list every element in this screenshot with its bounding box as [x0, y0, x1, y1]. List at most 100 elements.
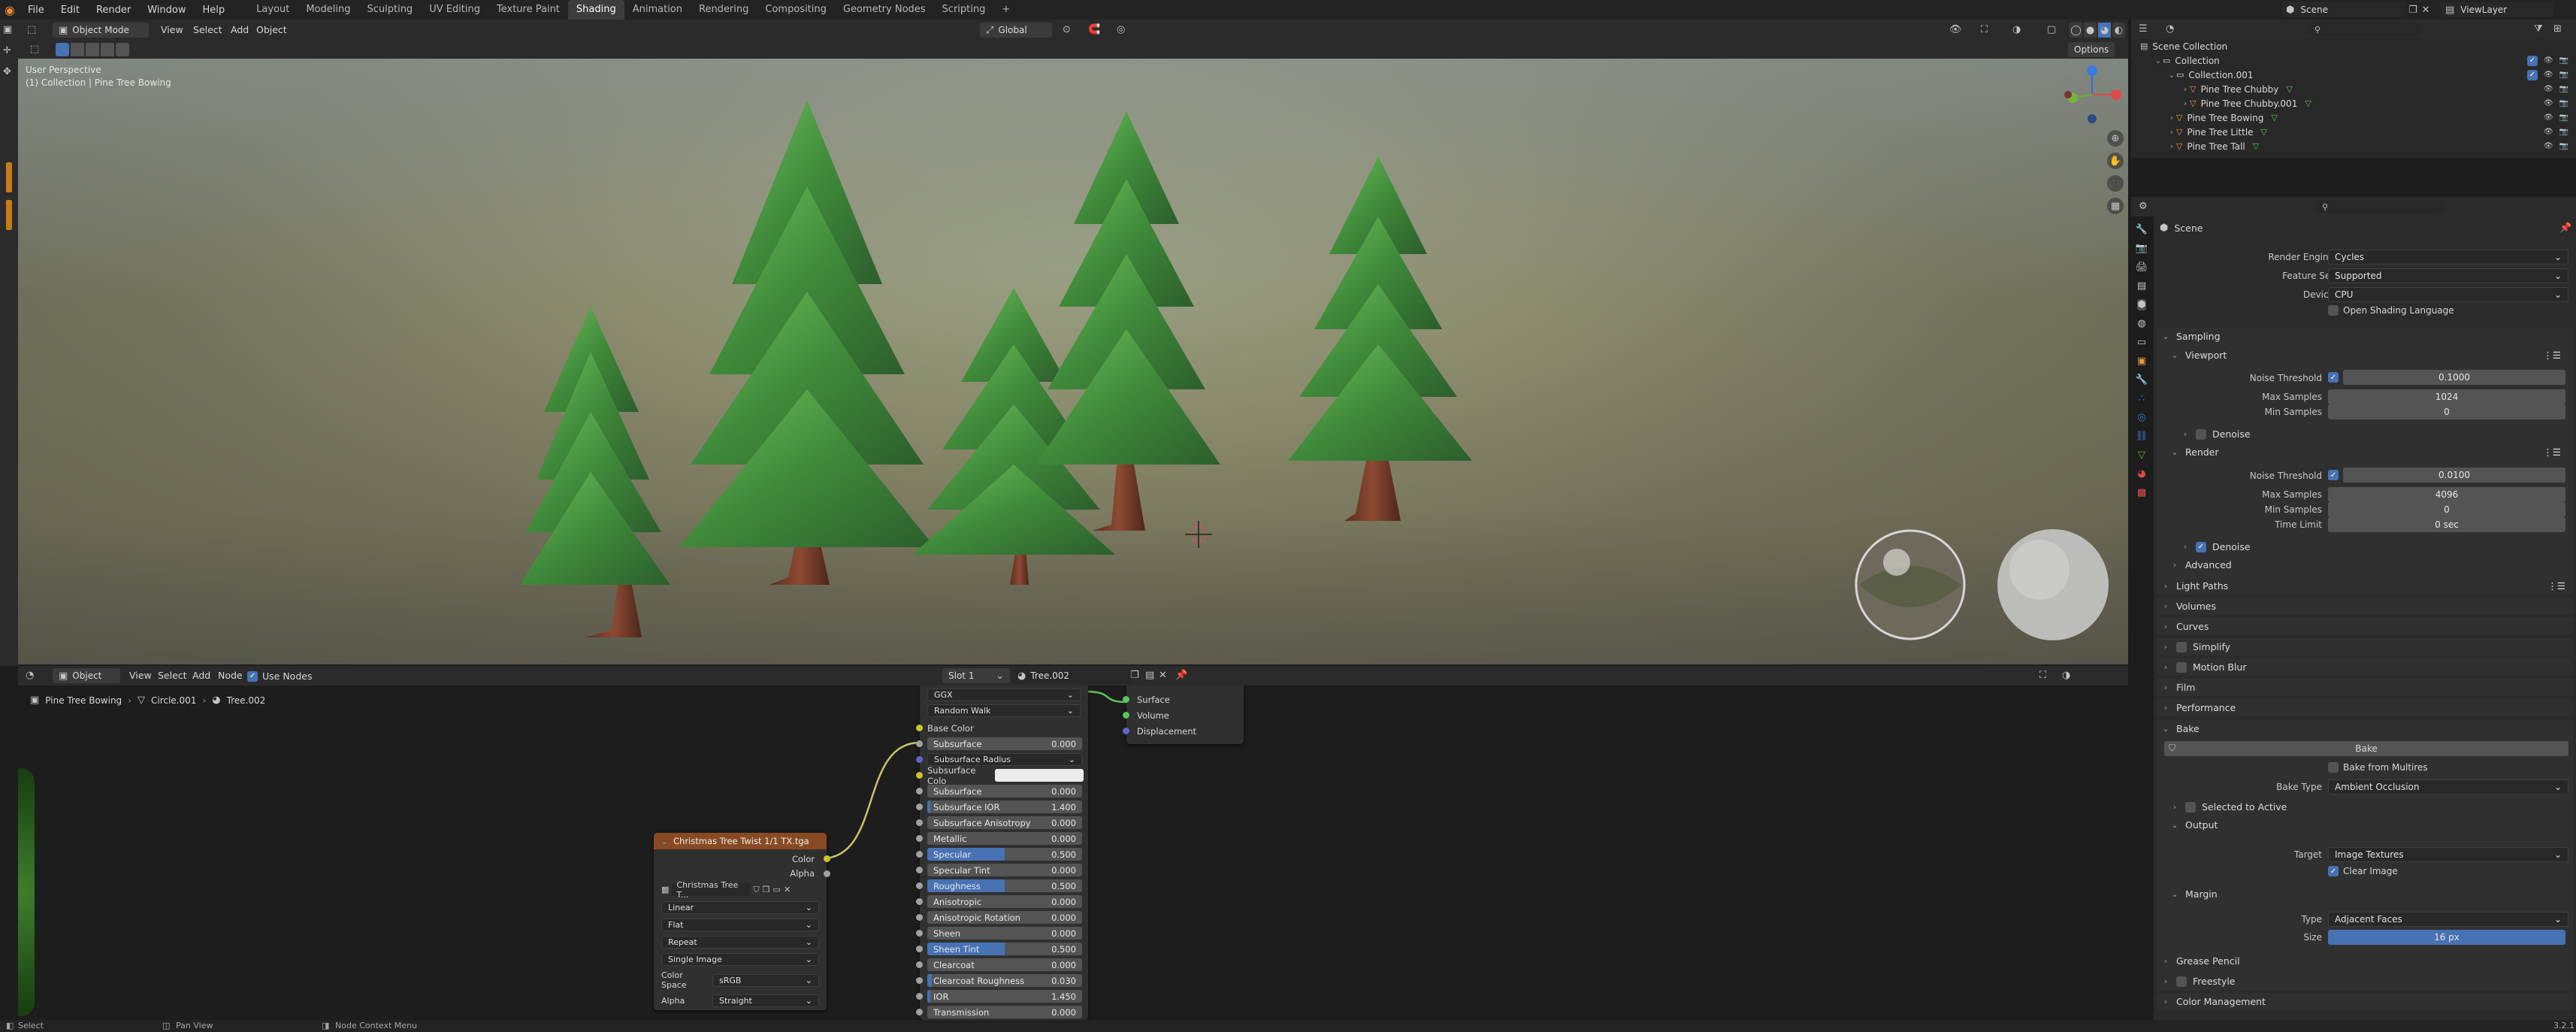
r-noise-field[interactable]: 0.0100: [2343, 468, 2565, 483]
select-box-icon[interactable]: ⬚: [30, 44, 39, 55]
scene-selector[interactable]: ⬢ Scene: [2281, 2, 2405, 17]
param-socket[interactable]: [916, 961, 923, 968]
navigation-gizmo[interactable]: [2062, 65, 2122, 125]
expand-chevron-icon[interactable]: ›: [2181, 84, 2190, 94]
section-checkbox[interactable]: [2176, 641, 2187, 652]
camera-icon[interactable]: 📷: [2559, 85, 2568, 93]
proportional-icon[interactable]: ◎: [1117, 24, 1125, 35]
expand-chevron-icon[interactable]: ›: [2167, 127, 2176, 137]
add-workspace-button[interactable]: +: [993, 0, 1018, 20]
outliner-row-root[interactable]: ▤ Scene Collection: [2131, 39, 2576, 53]
pin-icon[interactable]: 📌: [1175, 670, 1187, 681]
material-tab-icon[interactable]: ◕: [2137, 468, 2145, 480]
node-menu-select[interactable]: Select: [158, 670, 187, 681]
param-field[interactable]: Sheen 0.000: [927, 927, 1082, 940]
margin-size-field[interactable]: 16 px: [2328, 930, 2565, 945]
pin-icon[interactable]: 📌: [2559, 222, 2571, 234]
properties-type-icon[interactable]: ⚙: [2139, 201, 2148, 212]
gizmo-x[interactable]: [2111, 89, 2121, 100]
select-invert-icon[interactable]: [101, 43, 114, 56]
rendered-shading-icon[interactable]: ◐: [2112, 23, 2125, 38]
camera-icon[interactable]: 📷: [2559, 56, 2568, 66]
view-layer-tab-icon[interactable]: ▤: [2137, 280, 2146, 292]
projection-dropdown[interactable]: Flat ⌄: [661, 919, 819, 931]
param-field[interactable]: Subsurface Anisotropy 0.000: [927, 816, 1082, 829]
move-tool-icon[interactable]: ✥: [3, 66, 11, 77]
outliner-row[interactable]: ⌄ ▭ Collection.001 ✓ 👁 📷: [2131, 68, 2576, 82]
pan-hand-icon[interactable]: ✋: [2107, 153, 2124, 169]
pivot-icon[interactable]: ⊙: [1063, 24, 1071, 35]
xray-icon[interactable]: ▢: [2047, 24, 2056, 35]
render-subpanel-header[interactable]: ⌄ Render ⋮☰: [2170, 446, 2561, 458]
param-socket[interactable]: [916, 1009, 923, 1015]
menu-file[interactable]: File: [20, 5, 53, 16]
render-tab-icon[interactable]: 📷: [2136, 243, 2148, 254]
r-noise-checkbox[interactable]: ✓: [2328, 470, 2339, 480]
unlink-image-icon[interactable]: ✕: [784, 885, 791, 894]
vp-min-field[interactable]: 0: [2328, 404, 2565, 419]
color-space-dropdown[interactable]: sRGB ⌄: [712, 973, 819, 987]
param-field[interactable]: Clearcoat Roughness 0.030: [927, 974, 1082, 987]
expand-chevron-icon[interactable]: ⌄: [2154, 56, 2163, 65]
menu-edit[interactable]: Edit: [53, 5, 88, 16]
close-icon[interactable]: ✕: [2422, 5, 2430, 16]
select-subtract-icon[interactable]: [86, 43, 99, 56]
editor-type-icon[interactable]: ⬚: [27, 24, 36, 35]
r-time-field[interactable]: 0 sec: [2328, 517, 2565, 532]
clear-image-checkbox[interactable]: ✓: [2328, 866, 2339, 876]
eye-icon[interactable]: 👁: [2544, 70, 2553, 80]
material-shading-icon[interactable]: ◕: [2098, 23, 2111, 38]
tab-compositing[interactable]: Compositing: [757, 0, 835, 20]
include-checkbox[interactable]: ✓: [2526, 69, 2538, 80]
viewport-menu-object[interactable]: Object: [256, 24, 287, 35]
r-denoise-checkbox[interactable]: ✓: [2196, 541, 2206, 552]
tab-animation[interactable]: Animation: [624, 0, 691, 20]
vp-denoise-checkbox[interactable]: [2196, 428, 2206, 440]
copy-icon[interactable]: ❐: [2408, 5, 2417, 16]
mesh-data-icon[interactable]: ▽: [2253, 141, 2259, 151]
bake-multires-checkbox[interactable]: [2328, 762, 2339, 773]
param-field[interactable]: Subsurface 0.000: [927, 785, 1082, 797]
param-field[interactable]: Roughness 0.500: [927, 879, 1082, 892]
node-menu-add[interactable]: Add: [192, 670, 210, 681]
folder-icon[interactable]: ▭: [773, 885, 781, 894]
list-icon[interactable]: ⋮☰: [2543, 446, 2561, 458]
include-checkbox[interactable]: ✓: [2526, 55, 2538, 66]
options-button[interactable]: Options: [2068, 42, 2115, 57]
eye-icon[interactable]: 👁: [2544, 99, 2553, 107]
select-tool-icon[interactable]: ▣: [3, 24, 12, 35]
param-field[interactable]: Anisotropic Rotation 0.000: [927, 911, 1082, 924]
select-new-icon[interactable]: [56, 43, 69, 56]
bake-type-dropdown[interactable]: Ambient Occlusion ⌄: [2328, 779, 2568, 794]
viewport-subpanel-header[interactable]: ⌄ Viewport ⋮☰: [2170, 350, 2561, 361]
viewport-menu-view[interactable]: View: [161, 24, 183, 35]
outliner-type-icon[interactable]: ☰: [2139, 23, 2148, 35]
section-header[interactable]: › Grease Pencil: [2157, 952, 2573, 970]
param-socket[interactable]: [916, 804, 923, 810]
selected-to-active-header[interactable]: › Selected to Active: [2170, 801, 2287, 813]
outliner-row[interactable]: › ▽ Pine Tree Little ▽ 👁 📷: [2131, 125, 2576, 139]
bake-header[interactable]: ⌄ Bake: [2161, 723, 2199, 734]
orientation-dropdown[interactable]: ⤢ Global: [980, 23, 1052, 38]
grid-view-icon[interactable]: ▦: [2107, 198, 2124, 214]
viewport-menu-select[interactable]: Select: [193, 24, 222, 35]
r-max-field[interactable]: 4096: [2328, 487, 2565, 502]
section-header[interactable]: › Curves: [2157, 618, 2573, 635]
blender-logo-icon[interactable]: ◉: [0, 0, 20, 20]
mesh-data-icon[interactable]: ▽: [2286, 84, 2292, 94]
mesh-data-icon[interactable]: ▽: [2305, 98, 2311, 108]
use-nodes-toggle[interactable]: ✓ Use Nodes: [247, 670, 312, 682]
viewport-menu-add[interactable]: Add: [231, 24, 249, 35]
node-overlay-icon[interactable]: ◑: [2062, 670, 2070, 681]
slot-dropdown[interactable]: Slot 1 ⌄: [942, 668, 1010, 683]
section-header[interactable]: › Color Management: [2157, 993, 2573, 1010]
margin-type-dropdown[interactable]: Adjacent Faces ⌄: [2328, 912, 2568, 927]
output-tab-icon[interactable]: 🖨: [2136, 262, 2148, 273]
interpolation-dropdown[interactable]: Linear ⌄: [661, 901, 819, 914]
camera-view-icon[interactable]: 🎥: [2107, 175, 2124, 192]
view-layer-selector[interactable]: ▤ ViewLayer: [2441, 2, 2553, 17]
vp-noise-checkbox[interactable]: ✓: [2328, 372, 2339, 383]
target-dropdown[interactable]: Image Textures ⌄: [2328, 847, 2568, 862]
source-dropdown[interactable]: Single Image ⌄: [661, 953, 819, 966]
param-field[interactable]: Anisotropic 0.000: [927, 895, 1082, 908]
